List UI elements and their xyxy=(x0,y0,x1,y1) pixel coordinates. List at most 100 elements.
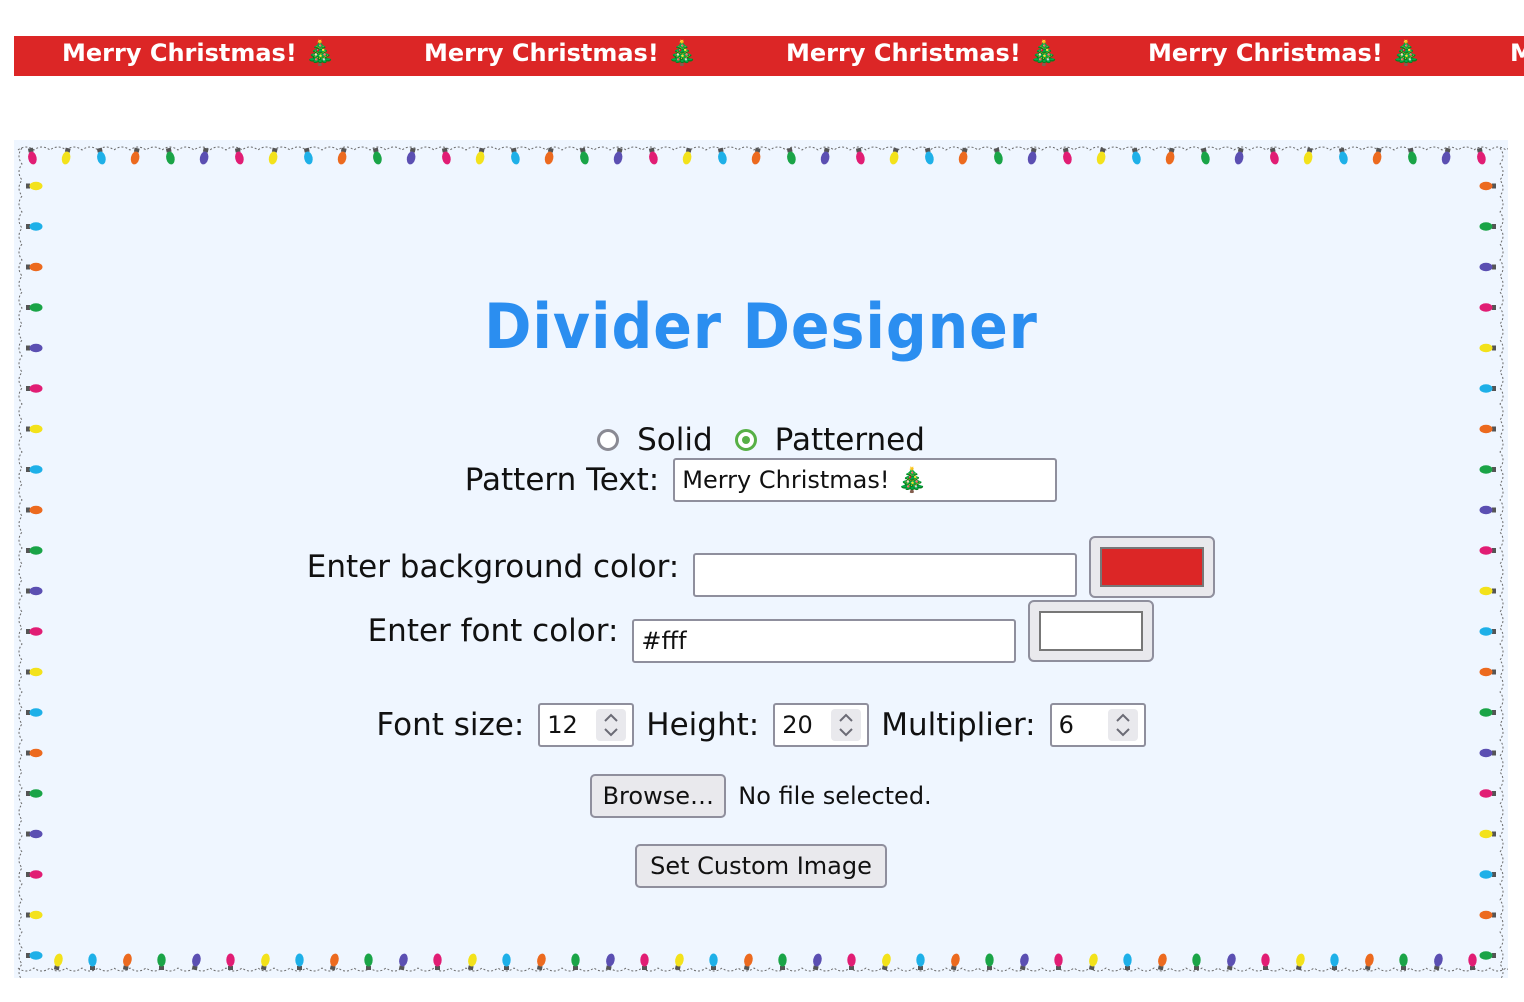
light-bulb-icon xyxy=(295,953,304,970)
light-bulb-icon xyxy=(1468,953,1477,970)
light-bulb-icon xyxy=(1399,953,1408,970)
light-bulb-icon xyxy=(53,953,63,971)
light-bulb-icon xyxy=(268,147,278,165)
set-custom-image-button[interactable]: Set Custom Image xyxy=(635,844,887,888)
font-color-input[interactable] xyxy=(632,619,1017,663)
light-bulb-icon xyxy=(743,953,753,971)
font-color-label: Enter font color: xyxy=(367,613,619,649)
light-bulb-icon xyxy=(199,147,209,165)
background-color-picker[interactable] xyxy=(1089,536,1216,598)
light-bulb-icon xyxy=(1054,953,1063,970)
light-bulb-icon xyxy=(536,953,546,971)
font-size-spinner[interactable] xyxy=(596,709,627,741)
light-bulb-icon xyxy=(234,147,244,165)
light-bulb-icon xyxy=(1479,910,1496,920)
light-bulb-icon xyxy=(820,147,830,165)
font-color-picker[interactable] xyxy=(1028,600,1155,662)
light-bulb-icon xyxy=(605,953,615,971)
light-bulb-icon xyxy=(191,953,201,971)
light-bulb-icon xyxy=(1479,262,1496,272)
light-bulb-icon xyxy=(26,505,43,515)
light-bulb-icon xyxy=(1234,147,1244,165)
light-bulb-icon xyxy=(778,953,787,970)
divider-preview-banner: Merry Christmas! 🎄 Merry Christmas! 🎄 Me… xyxy=(14,36,1524,76)
font-color-swatch xyxy=(1039,611,1144,651)
light-bulb-icon xyxy=(398,953,408,971)
light-bulb-icon xyxy=(226,953,235,970)
light-bulb-icon xyxy=(958,147,968,165)
font-color-row: Enter font color: xyxy=(14,598,1508,664)
light-bulb-icon xyxy=(26,343,43,353)
light-bulb-icon xyxy=(1165,147,1175,165)
font-size-stepper[interactable]: 12 xyxy=(538,703,635,747)
light-bulb-icon xyxy=(786,147,796,165)
light-bulb-icon xyxy=(1200,147,1210,165)
light-bulb-icon xyxy=(682,147,692,165)
light-bulb-icon xyxy=(337,147,347,165)
light-bulb-icon xyxy=(27,147,37,165)
light-bulb-icon xyxy=(1157,953,1167,971)
light-bulb-icon xyxy=(1479,343,1496,353)
light-bulb-icon xyxy=(847,953,856,970)
light-bulb-icon xyxy=(96,147,106,165)
light-bulb-icon xyxy=(26,384,43,393)
light-bulb-icon xyxy=(1261,953,1270,970)
light-bulb-icon xyxy=(950,953,960,971)
light-bulb-icon xyxy=(1479,222,1496,231)
background-color-swatch xyxy=(1100,547,1205,587)
light-bulb-icon xyxy=(1303,147,1313,165)
light-bulb-icon xyxy=(1479,181,1496,191)
banner-text: Merry Christmas! 🎄 xyxy=(1510,39,1524,67)
background-color-input[interactable] xyxy=(693,553,1078,597)
light-bulb-icon xyxy=(26,262,43,272)
light-bulb-icon xyxy=(1479,505,1496,515)
font-size-value: 12 xyxy=(547,711,578,739)
light-bulb-icon xyxy=(579,147,589,165)
light-bulb-icon xyxy=(1330,953,1339,970)
set-image-row: Set Custom Image xyxy=(14,844,1508,888)
light-wire xyxy=(17,146,1508,151)
multiplier-value: 6 xyxy=(1058,711,1074,739)
light-bulb-icon xyxy=(26,303,43,312)
light-bulb-icon xyxy=(613,147,623,165)
multiplier-spinner[interactable] xyxy=(1107,709,1138,741)
height-value: 20 xyxy=(782,711,813,739)
light-bulb-icon xyxy=(1192,953,1201,970)
radio-patterned[interactable] xyxy=(734,429,757,451)
banner-text: Merry Christmas! 🎄 xyxy=(62,39,336,67)
light-bulb-icon xyxy=(640,953,649,970)
radio-solid[interactable] xyxy=(597,429,620,451)
height-stepper[interactable]: 20 xyxy=(773,703,870,747)
multiplier-stepper[interactable]: 6 xyxy=(1049,703,1146,747)
height-spinner[interactable] xyxy=(831,709,862,741)
light-bulb-icon xyxy=(855,147,865,165)
light-bulb-icon xyxy=(26,181,43,191)
light-bulb-icon xyxy=(674,953,684,971)
banner-text: Merry Christmas! 🎄 xyxy=(1148,39,1422,67)
light-bulb-icon xyxy=(881,953,891,971)
background-color-label: Enter background color: xyxy=(306,549,680,585)
light-bulb-icon xyxy=(364,953,373,970)
browse-button[interactable]: Browse… xyxy=(590,774,727,818)
mode-radio-group: Solid Patterned xyxy=(14,420,1508,460)
spinner-arrows-icon xyxy=(839,713,853,737)
light-bulb-icon xyxy=(709,953,718,970)
light-bulb-icon xyxy=(916,953,925,970)
light-bulb-icon xyxy=(467,953,477,971)
designer-panel: Divider Designer Solid Patterned Pattern… xyxy=(14,140,1508,978)
pattern-text-input[interactable] xyxy=(673,458,1058,502)
light-bulb-icon xyxy=(1027,147,1037,165)
light-bulb-icon xyxy=(1476,147,1486,165)
font-size-label: Font size: xyxy=(376,707,525,743)
light-bulb-icon xyxy=(1479,384,1496,393)
file-status-text: No file selected. xyxy=(738,782,932,810)
light-bulb-icon xyxy=(1479,303,1496,312)
light-bulb-icon xyxy=(26,667,43,677)
light-bulb-icon xyxy=(26,910,43,920)
light-bulb-icon xyxy=(130,147,140,165)
light-bulb-icon xyxy=(1269,147,1279,165)
light-bulb-icon xyxy=(433,953,442,970)
light-bulb-icon xyxy=(88,953,97,970)
light-bulb-icon xyxy=(1295,953,1305,971)
light-bulb-icon xyxy=(26,222,43,231)
